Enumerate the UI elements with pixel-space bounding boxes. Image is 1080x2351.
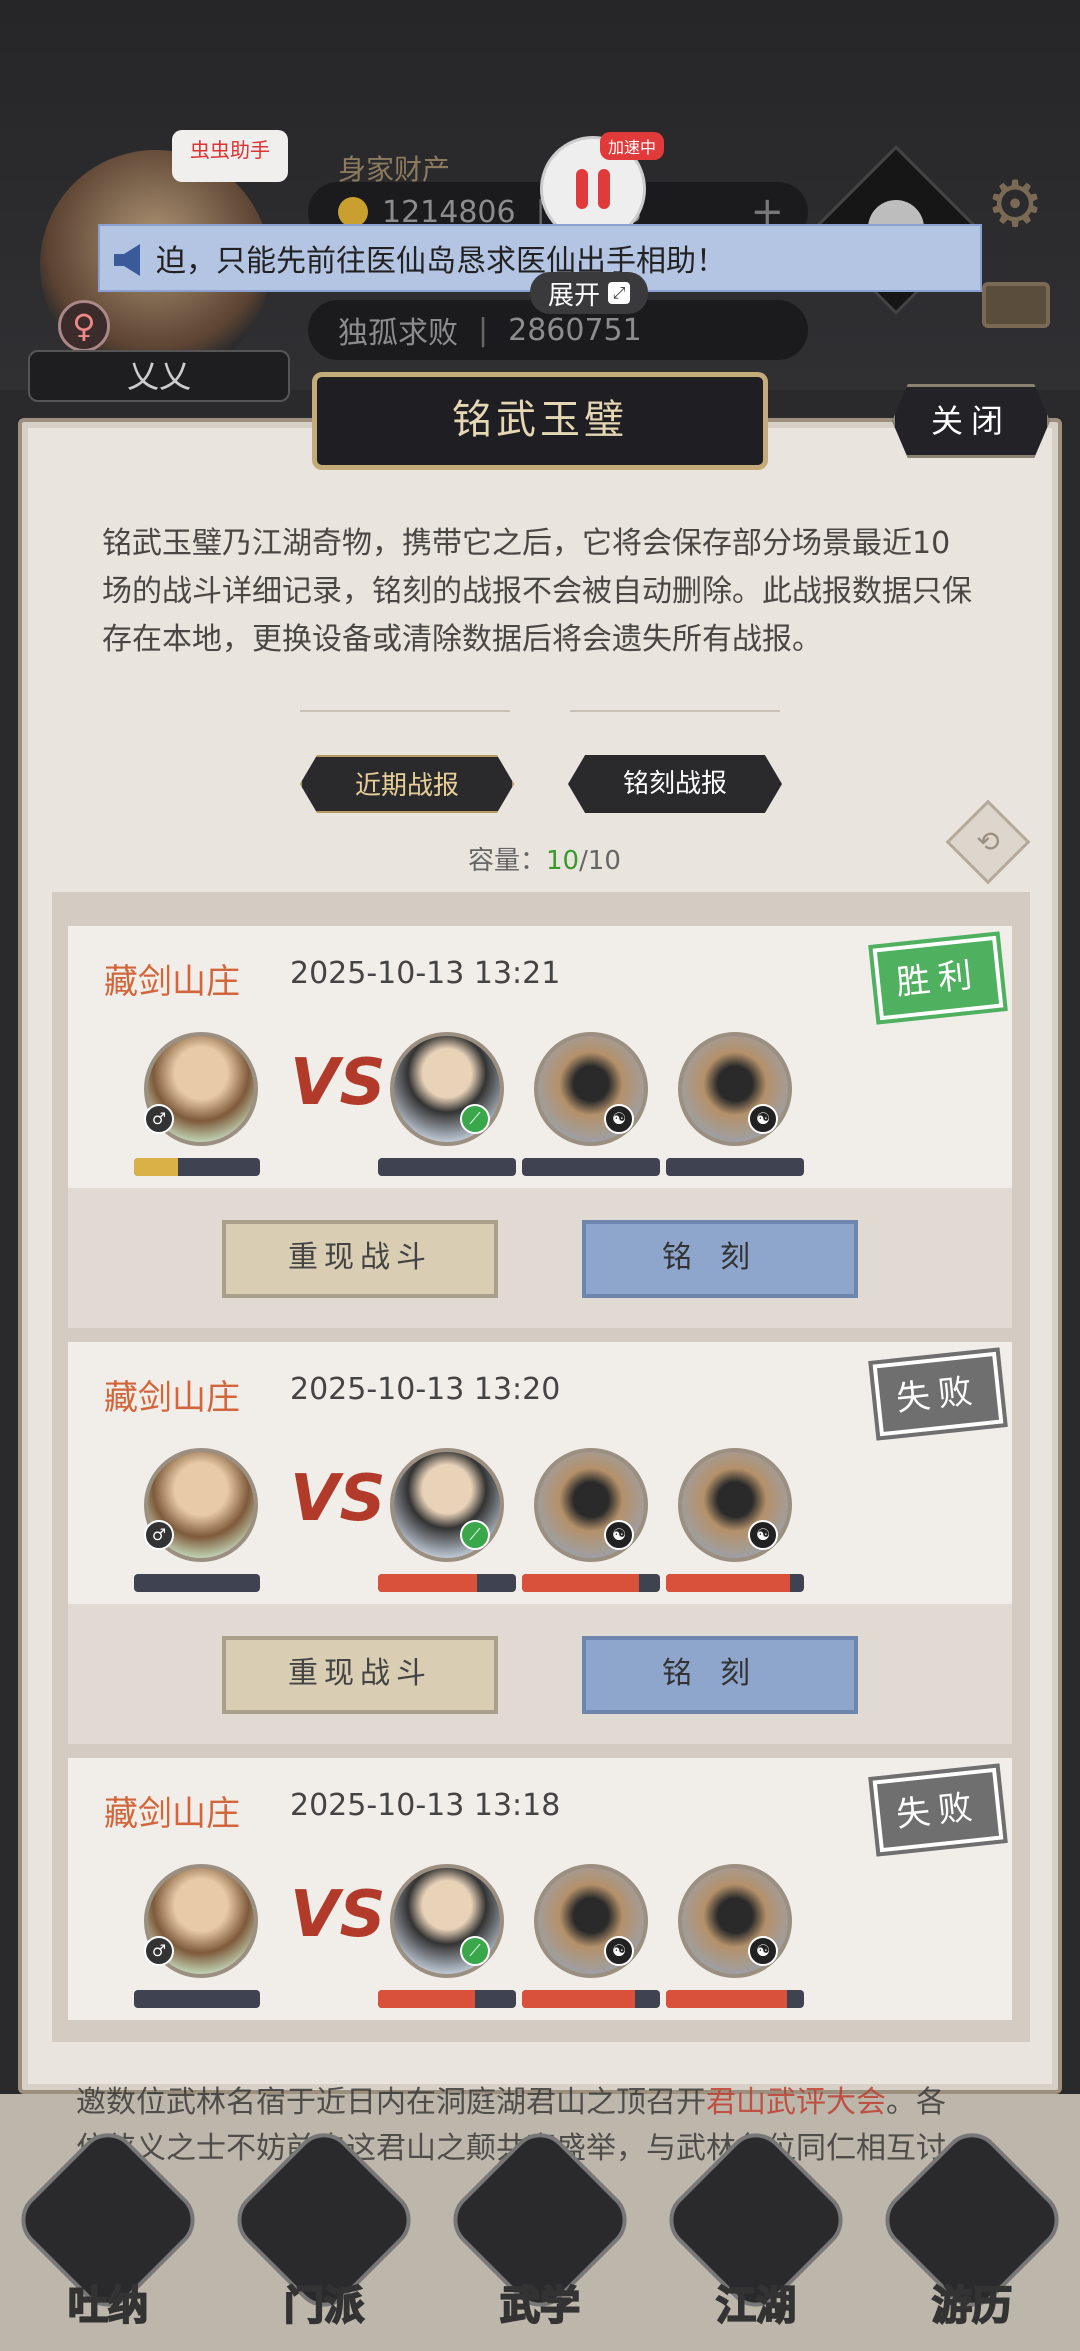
enemy-portrait: [390, 1032, 504, 1146]
bottom-nav: 吐纳 门派 武学 江湖 游历: [0, 2121, 1080, 2351]
carve-button[interactable]: 铭刻: [582, 1220, 858, 1298]
enemy-portrait: [534, 1448, 648, 1562]
enemy-portrait: [390, 1448, 504, 1562]
nav-label: 门派: [283, 2282, 365, 2330]
megaphone-icon: [114, 244, 140, 276]
yin-yang-icon: ☯: [604, 1936, 634, 1966]
rank-label: 独孤求败: [338, 316, 458, 351]
record-header: 藏剑山庄 2025-10-13 13:21 胜利 ♂ VS ⟋ ☯ ☯: [68, 926, 1012, 1188]
divider: [300, 710, 510, 712]
notice-text: 迫，只能先前往医仙岛恳求医仙出手相助！: [156, 244, 726, 279]
enemy-portrait: [678, 1864, 792, 1978]
vs-mark: VS: [290, 1462, 386, 1536]
gear-icon[interactable]: ⚙: [980, 170, 1050, 240]
yin-yang-icon: ☯: [748, 1520, 778, 1550]
enemy-portrait: [390, 1864, 504, 1978]
divider: [570, 710, 780, 712]
nav-label: 吐纳: [67, 2282, 149, 2330]
panel-description: 铭武玉璧乃江湖奇物，携带它之后，它将会保存部分场景最近10场的战斗详细记录，铭刻…: [102, 526, 972, 657]
male-icon: ♂: [144, 1104, 174, 1134]
yin-yang-icon: ☯: [748, 1104, 778, 1134]
player-name: 乂乂: [28, 350, 290, 402]
carve-button[interactable]: 铭刻: [582, 1636, 858, 1714]
expand-button[interactable]: 展开 ⤢: [530, 272, 648, 314]
enemy-hp-bar: [378, 1990, 516, 2008]
replay-battle-button[interactable]: 重现战斗: [222, 1636, 498, 1714]
tab-recent-reports[interactable]: 近期战报: [300, 755, 514, 813]
player-hp-bar: [134, 1574, 260, 1592]
weapon-icon: ⟋: [460, 1936, 490, 1966]
battle-record: 藏剑山庄 2025-10-13 13:20 失败 ♂ VS ⟋ ☯ ☯ 重现战斗 铭刻: [68, 1342, 1012, 1744]
male-icon: ♂: [144, 1936, 174, 1966]
enemy-portrait: [534, 1864, 648, 1978]
record-actions: 重现战斗 铭刻: [68, 1604, 1012, 1744]
capacity-total: /10: [579, 846, 621, 876]
enemy-hp-bar: [666, 1574, 804, 1592]
rank-value: 2860751: [508, 312, 642, 348]
nav-item-martial[interactable]: 武学: [441, 2121, 639, 2351]
yin-yang-icon: ☯: [604, 1520, 634, 1550]
enemy-hp-bar: [522, 1574, 660, 1592]
expand-icon: ⤢: [608, 282, 630, 304]
tab-carved-reports[interactable]: 铭刻战报: [568, 755, 782, 813]
nav-label: 游历: [931, 2282, 1013, 2330]
story-line: 邀数位武林名宿于近日内在洞庭湖君山之顶召开: [76, 2085, 706, 2120]
record-place: 藏剑山庄: [104, 1794, 240, 1834]
battle-record: 藏剑山庄 2025-10-13 13:21 胜利 ♂ VS ⟋ ☯ ☯ 重现战斗 铭刻: [68, 926, 1012, 1328]
record-time: 2025-10-13 13:20: [290, 1372, 561, 1407]
capacity-indicator: 容量：10/10: [468, 840, 621, 877]
player-hp-bar: [134, 1990, 260, 2008]
result-stamp: 失败: [868, 1347, 1008, 1441]
enemy-hp-bar: [522, 1158, 660, 1176]
enemy-hp-bar: [378, 1158, 516, 1176]
enemy-portrait: [534, 1032, 648, 1146]
replay-battle-button[interactable]: 重现战斗: [222, 1220, 498, 1298]
player-hp-bar: [134, 1158, 260, 1176]
nav-item-jianghu[interactable]: 江湖: [657, 2121, 855, 2351]
speed-tag: 加速中: [600, 132, 665, 160]
nav-item-travel[interactable]: 游历: [873, 2121, 1071, 2351]
expand-label: 展开: [547, 280, 600, 311]
story-line: 。各: [886, 2085, 946, 2120]
result-stamp: 失败: [868, 1763, 1008, 1857]
weapon-icon: ⟋: [460, 1104, 490, 1134]
coin-icon: [338, 197, 368, 227]
record-time: 2025-10-13 13:21: [290, 956, 561, 991]
enemy-portrait: [678, 1448, 792, 1562]
battle-record: 藏剑山庄 2025-10-13 13:18 失败 ♂ VS ⟋ ☯ ☯: [68, 1758, 1012, 2020]
nav-label: 武学: [499, 2282, 581, 2330]
assistant-tag[interactable]: 虫虫助手: [172, 130, 288, 182]
record-actions: 重现战斗 铭刻: [68, 1188, 1012, 1328]
record-header: 藏剑山庄 2025-10-13 13:18 失败 ♂ VS ⟋ ☯ ☯: [68, 1758, 1012, 2020]
enemy-portrait: [678, 1032, 792, 1146]
yin-yang-icon: ☯: [604, 1104, 634, 1134]
yin-yang-icon: ☯: [748, 1936, 778, 1966]
capacity-label: 容量：: [468, 846, 547, 876]
female-icon: ♀: [58, 300, 110, 352]
vs-mark: VS: [290, 1046, 386, 1120]
nav-item-sect[interactable]: 门派: [225, 2121, 423, 2351]
record-place: 藏剑山庄: [104, 962, 240, 1002]
enemy-hp-bar: [378, 1574, 516, 1592]
result-stamp: 胜利: [868, 931, 1008, 1025]
weapon-icon: ⟋: [460, 1520, 490, 1550]
nav-item-tuna[interactable]: 吐纳: [9, 2121, 207, 2351]
vs-mark: VS: [290, 1878, 386, 1952]
story-highlight[interactable]: 君山武评大会: [706, 2085, 886, 2120]
record-place: 藏剑山庄: [104, 1378, 240, 1418]
male-icon: ♂: [144, 1520, 174, 1550]
nav-label: 江湖: [715, 2282, 797, 2330]
separator: |: [478, 312, 489, 348]
close-button[interactable]: 关闭: [892, 384, 1050, 458]
panel-title: 铭武玉璧: [312, 372, 768, 470]
record-header: 藏剑山庄 2025-10-13 13:20 失败 ♂ VS ⟋ ☯ ☯: [68, 1342, 1012, 1604]
enemy-hp-bar: [666, 1158, 804, 1176]
enemy-hp-bar: [666, 1990, 804, 2008]
capacity-current: 10: [546, 846, 580, 876]
mail-icon[interactable]: [982, 282, 1050, 328]
record-time: 2025-10-13 13:18: [290, 1788, 561, 1823]
enemy-hp-bar: [522, 1990, 660, 2008]
